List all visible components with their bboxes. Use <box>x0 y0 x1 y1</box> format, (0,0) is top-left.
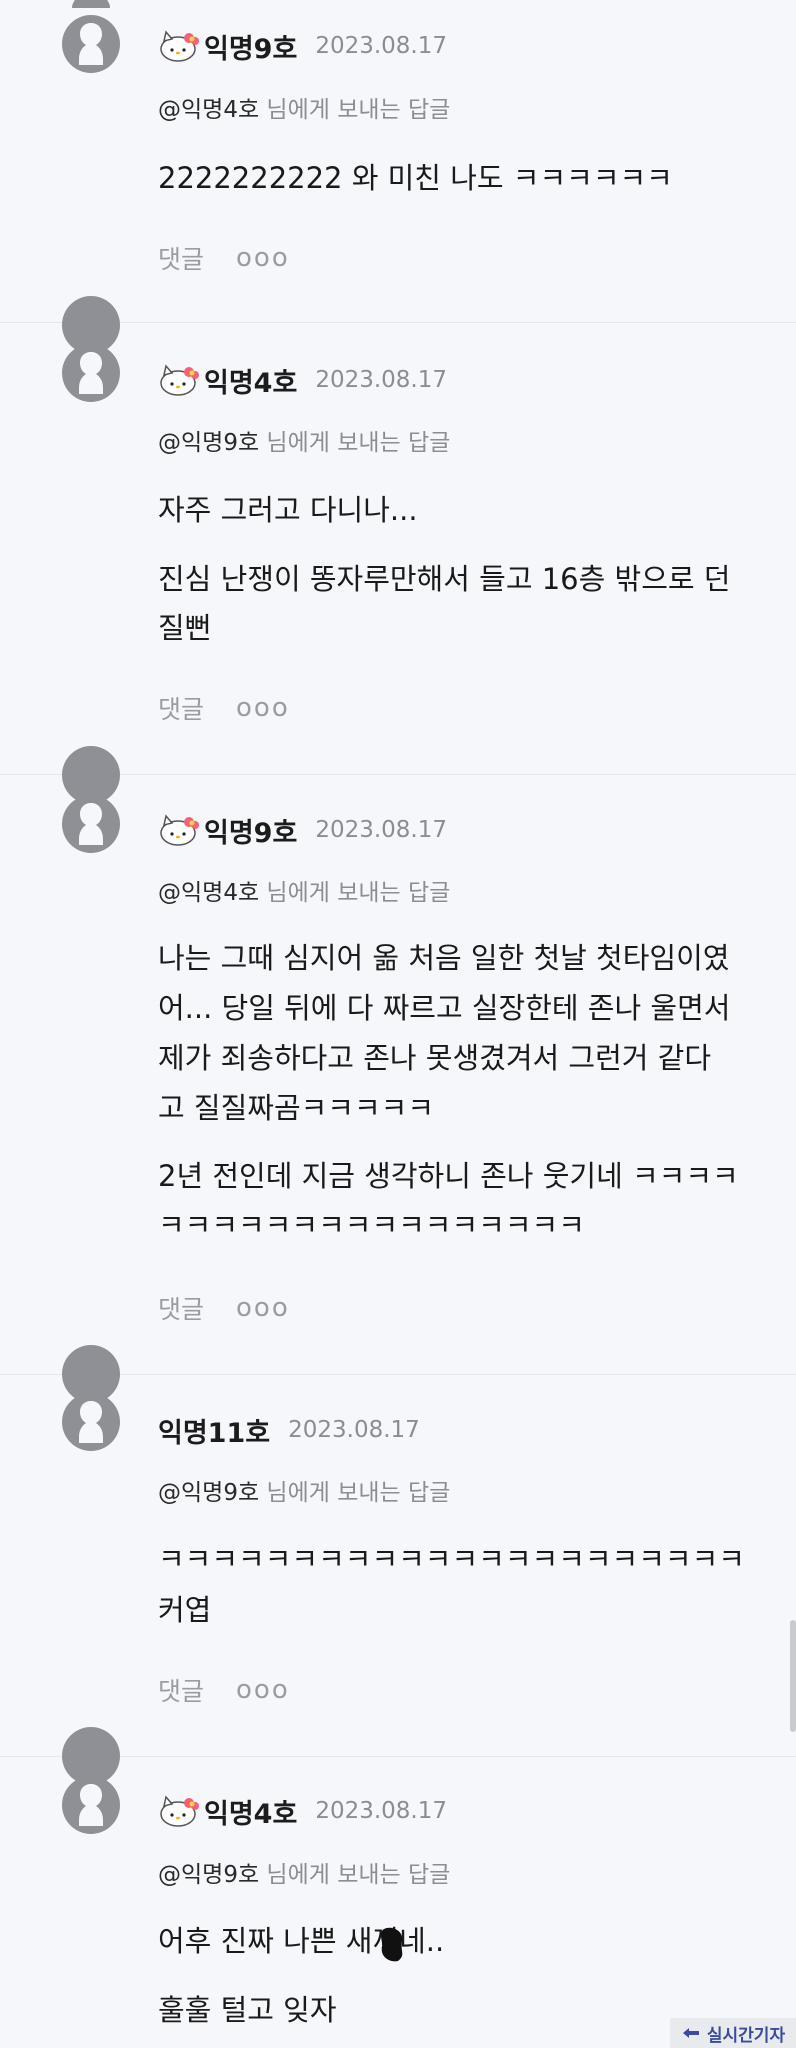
comment-date: 2023.08.17 <box>315 367 448 393</box>
comment-text: 2222222222 와 미친 나도 ㅋㅋㅋㅋㅋㅋ <box>158 161 673 195</box>
comment-text: 제가 죄송하다고 존나 못생겼겨서 그런거 같다 <box>158 1041 712 1075</box>
watermark-text: 실시간기자 <box>706 2025 786 2046</box>
comment-date: 2023.08.17 <box>315 33 448 59</box>
reply-target-mention[interactable]: @익명4호 <box>158 880 259 906</box>
comment-text: 훌훌 털고 잊자 <box>158 1993 337 2027</box>
comment-text: 자주 그러고 다니나... <box>158 493 418 527</box>
reply-target-mention[interactable]: @익명4호 <box>158 97 259 123</box>
reply-target-suffix: 님에게 보내는 답글 <box>259 880 451 906</box>
comment-text: 커엽 <box>158 1593 212 1627</box>
comment-text: 나는 그때 심지어 옮 처음 일한 첫날 첫타임이였 <box>158 941 730 975</box>
watermark: 실시간기자 <box>670 2018 796 2048</box>
comment-date: 2023.08.17 <box>315 1798 448 1824</box>
comment-author[interactable]: 익명9호 <box>204 811 297 850</box>
comment-date: 2023.08.17 <box>288 1417 420 1443</box>
reply-button[interactable]: 댓글 <box>158 1672 204 1708</box>
avatar[interactable] <box>62 0 120 8</box>
watermark-logo-icon <box>682 2028 699 2038</box>
avatar[interactable] <box>62 344 120 402</box>
scrollbar[interactable] <box>790 1620 796 1732</box>
comment-text: 어... 당일 뒤에 다 짜르고 실장한테 존나 울면서 <box>158 991 731 1025</box>
more-options-button[interactable]: ooo <box>236 1675 290 1705</box>
reply-target-mention[interactable]: @익명9호 <box>158 1480 259 1506</box>
comment-text: 2년 전인데 지금 생각하니 존나 웃기네 ㅋㅋㅋㅋ <box>158 1159 739 1193</box>
censor-smudge <box>380 1927 403 1962</box>
reply-target-suffix: 님에게 보내는 답글 <box>259 1480 451 1506</box>
reply-button[interactable]: 댓글 <box>158 690 204 726</box>
reply-target: @익명4호 님에게 보내는 답글 <box>158 873 450 907</box>
comment-text: 질뻔 <box>158 611 212 645</box>
comment-author[interactable]: 익명11호 <box>158 1411 270 1450</box>
comment-text: ㅋㅋㅋㅋㅋㅋㅋㅋㅋㅋㅋㅋㅋㅋㅋㅋ <box>158 1208 585 1242</box>
avatar[interactable] <box>62 15 120 73</box>
avatar[interactable] <box>62 1776 120 1834</box>
hello-kitty-badge-icon <box>160 814 199 846</box>
comment-text: ㅋㅋㅋㅋㅋㅋㅋㅋㅋㅋㅋㅋㅋㅋㅋㅋㅋㅋㅋㅋㅋㅋ <box>158 1542 745 1576</box>
comment-date: 2023.08.17 <box>315 817 448 843</box>
comment-text: 진심 난쟁이 똥자루만해서 들고 16층 밖으로 던 <box>158 562 731 596</box>
reply-target-suffix: 님에게 보내는 답글 <box>259 1862 451 1888</box>
hello-kitty-badge-icon <box>160 30 199 62</box>
reply-target-suffix: 님에게 보내는 답글 <box>259 430 451 456</box>
reply-target-mention[interactable]: @익명9호 <box>158 1862 259 1888</box>
comment-text: 고 질질짜곰ㅋㅋㅋㅋㅋ <box>158 1091 435 1125</box>
hello-kitty-badge-icon <box>160 1795 199 1827</box>
comment-author[interactable]: 익명4호 <box>204 361 297 400</box>
reply-target: @익명4호 님에게 보내는 답글 <box>158 90 450 124</box>
comment-author[interactable]: 익명9호 <box>204 27 297 66</box>
avatar[interactable] <box>62 795 120 853</box>
more-options-button[interactable]: ooo <box>236 693 290 723</box>
reply-button[interactable]: 댓글 <box>158 1290 204 1326</box>
more-options-button[interactable]: ooo <box>236 243 290 273</box>
hello-kitty-badge-icon <box>160 364 199 396</box>
reply-target-mention[interactable]: @익명9호 <box>158 430 259 456</box>
more-options-button[interactable]: ooo <box>236 1293 290 1323</box>
comment-author[interactable]: 익명4호 <box>204 1792 297 1831</box>
reply-target: @익명9호 님에게 보내는 답글 <box>158 1855 450 1889</box>
avatar[interactable] <box>62 1393 120 1451</box>
reply-target: @익명9호 님에게 보내는 답글 <box>158 423 450 457</box>
reply-button[interactable]: 댓글 <box>158 240 204 276</box>
reply-target: @익명9호 님에게 보내는 답글 <box>158 1473 450 1507</box>
reply-target-suffix: 님에게 보내는 답글 <box>259 97 451 123</box>
